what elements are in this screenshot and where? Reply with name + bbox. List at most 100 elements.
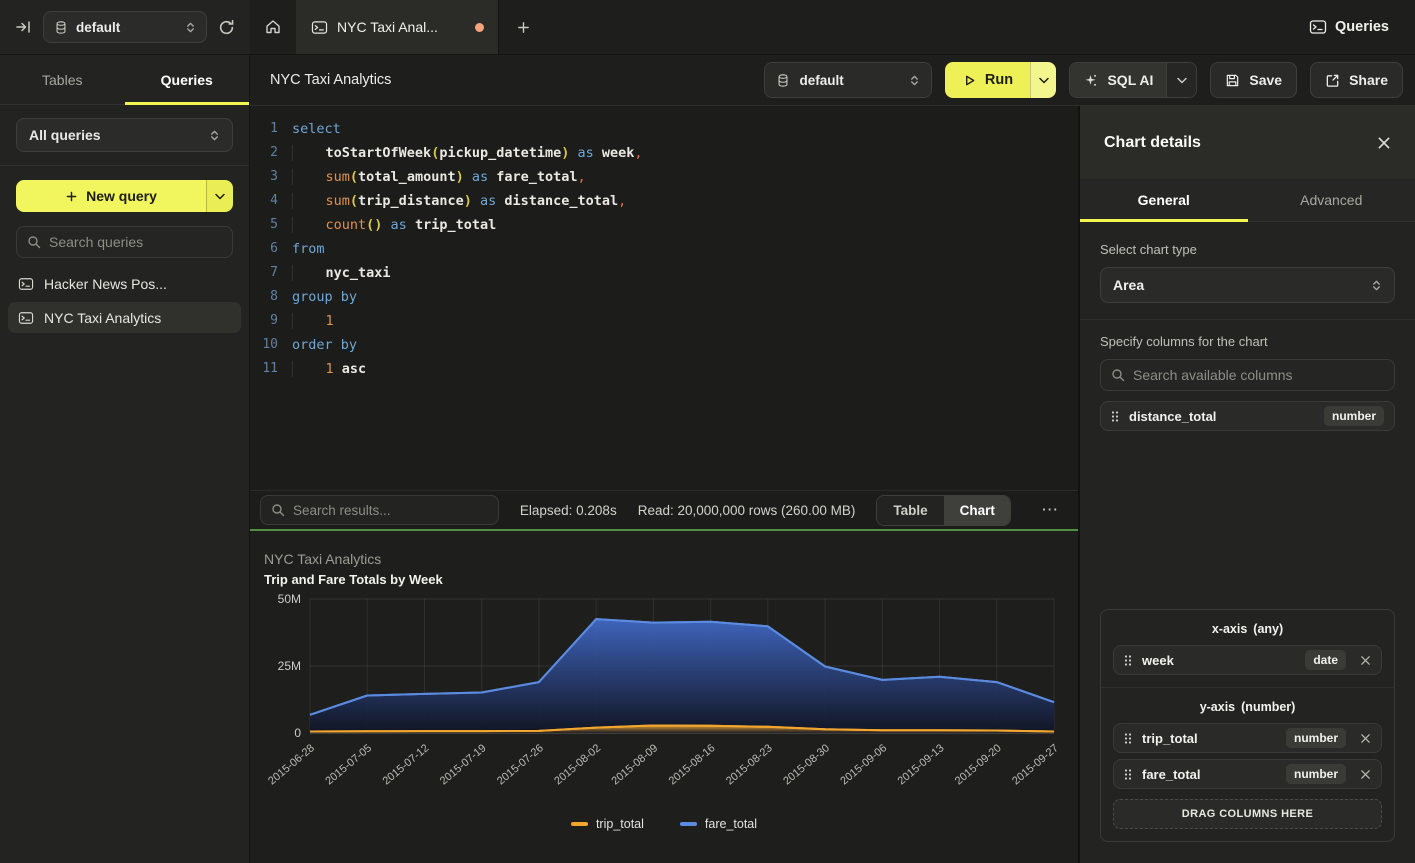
run-database-selector[interactable]: default xyxy=(764,62,932,98)
plus-icon xyxy=(516,20,531,35)
code-line: 11 1 asc xyxy=(250,357,1078,381)
chevron-updown-icon xyxy=(209,129,220,142)
code-line: 6from xyxy=(250,237,1078,261)
legend-item[interactable]: trip_total xyxy=(571,817,644,831)
columns-label: Specify columns for the chart xyxy=(1100,334,1395,349)
play-icon xyxy=(963,74,976,87)
drag-handle-icon[interactable] xyxy=(1124,654,1132,667)
drag-handle-icon[interactable] xyxy=(1124,732,1132,745)
elapsed-stat: Elapsed: 0.208s xyxy=(520,503,617,518)
columns-search-input[interactable] xyxy=(1133,367,1384,383)
remove-column-icon[interactable] xyxy=(1360,655,1371,666)
queries-button[interactable]: Queries xyxy=(1309,0,1389,54)
sql-ai-button[interactable]: SQL AI xyxy=(1070,63,1166,97)
sql-editor[interactable]: 1select2 toStartOfWeek(pickup_datetime) … xyxy=(250,106,1078,490)
column-item[interactable]: fare_totalnumber xyxy=(1113,759,1382,789)
svg-text:2015-09-13: 2015-09-13 xyxy=(896,742,947,787)
drag-handle-icon[interactable] xyxy=(1124,768,1132,781)
database-selector-value: default xyxy=(76,20,120,35)
code-text: nyc_taxi xyxy=(278,261,391,285)
line-number: 2 xyxy=(250,141,278,165)
panel-tab-advanced[interactable]: Advanced xyxy=(1248,179,1415,221)
code-text: count() as trip_total xyxy=(278,213,496,237)
column-item[interactable]: weekdate xyxy=(1113,645,1382,675)
line-number: 5 xyxy=(250,213,278,237)
run-options-button[interactable] xyxy=(1030,62,1056,98)
code-line: 10order by xyxy=(250,333,1078,357)
chart-legend: trip_total fare_total xyxy=(250,817,1078,831)
share-button[interactable]: Share xyxy=(1310,62,1403,98)
refresh-icon[interactable] xyxy=(218,19,235,36)
sidebar-tab-queries[interactable]: Queries xyxy=(125,55,250,104)
query-filter-value: All queries xyxy=(29,127,101,143)
share-button-label: Share xyxy=(1349,72,1388,88)
legend-label: trip_total xyxy=(596,817,644,831)
sql-ai-button-group: SQL AI xyxy=(1069,62,1197,98)
close-icon[interactable] xyxy=(1377,136,1391,150)
panel-tab-advanced-label: Advanced xyxy=(1300,192,1362,208)
drag-handle-icon[interactable] xyxy=(1111,410,1119,423)
more-options-icon[interactable]: ⋯ xyxy=(1032,500,1068,520)
panel-title: Chart details xyxy=(1104,134,1201,152)
column-item[interactable]: trip_total number xyxy=(1113,723,1382,753)
query-list-item[interactable]: Hacker News Pos... xyxy=(8,268,241,299)
tab-nyc-taxi-analytics[interactable]: NYC Taxi Anal... xyxy=(297,0,499,54)
share-icon xyxy=(1325,73,1340,88)
columns-search xyxy=(1100,359,1395,391)
query-filter-select[interactable]: All queries xyxy=(16,118,233,152)
terminal-icon xyxy=(18,311,34,325)
chart-type-select[interactable]: Area xyxy=(1100,267,1395,303)
view-toggle: Table Chart xyxy=(876,495,1011,526)
column-name: fare_total xyxy=(1142,767,1201,782)
new-tab-button[interactable] xyxy=(499,0,547,54)
remove-column-icon[interactable] xyxy=(1360,733,1371,744)
query-search xyxy=(16,226,233,258)
code-text: order by xyxy=(278,333,357,357)
code-text: sum(trip_distance) as distance_total, xyxy=(278,189,626,213)
query-search-input[interactable] xyxy=(49,234,222,250)
collapse-sidebar-icon[interactable] xyxy=(15,19,32,35)
area-chart: 025M50M2015-06-282015-07-052015-07-12201… xyxy=(254,591,1074,831)
legend-item[interactable]: fare_total xyxy=(680,817,757,831)
axis-config: x-axis (any) weekdate y-axis (number) tr… xyxy=(1100,609,1395,842)
sidebar-tab-tables[interactable]: Tables xyxy=(0,55,125,104)
svg-text:2015-08-09: 2015-08-09 xyxy=(609,742,660,787)
run-button[interactable]: Run xyxy=(945,62,1030,98)
column-type-badge: number xyxy=(1286,728,1346,748)
database-selector[interactable]: default xyxy=(43,11,207,43)
run-button-label: Run xyxy=(985,72,1013,88)
remove-column-icon[interactable] xyxy=(1360,769,1371,780)
chart-type-label: Select chart type xyxy=(1100,242,1395,257)
sidebar-tab-tables-label: Tables xyxy=(42,72,82,88)
new-query-button[interactable]: New query xyxy=(16,180,206,212)
line-number: 11 xyxy=(250,357,278,381)
results-search-input[interactable] xyxy=(293,503,488,518)
view-toggle-table[interactable]: Table xyxy=(877,496,943,525)
line-number: 6 xyxy=(250,237,278,261)
chevron-down-icon xyxy=(215,193,225,200)
x-axis-header: x-axis (any) xyxy=(1113,622,1382,636)
home-tab[interactable] xyxy=(250,0,297,54)
column-name: trip_total xyxy=(1142,731,1198,746)
view-toggle-chart[interactable]: Chart xyxy=(944,496,1011,525)
code-text: toStartOfWeek(pickup_datetime) as week, xyxy=(278,141,643,165)
drop-zone[interactable]: DRAG COLUMNS HERE xyxy=(1113,799,1382,829)
code-text: group by xyxy=(278,285,357,309)
panel-tab-general[interactable]: General xyxy=(1080,179,1248,221)
code-line: 3 sum(total_amount) as fare_total, xyxy=(250,165,1078,189)
workarea: 1select2 toStartOfWeek(pickup_datetime) … xyxy=(250,106,1078,863)
terminal-icon xyxy=(311,20,328,35)
save-button[interactable]: Save xyxy=(1210,62,1297,98)
chart-type-value: Area xyxy=(1113,277,1144,293)
terminal-icon xyxy=(18,277,34,291)
svg-text:0: 0 xyxy=(294,726,301,740)
sql-ai-options-button[interactable] xyxy=(1166,63,1196,97)
column-item[interactable]: distance_totalnumber xyxy=(1100,401,1395,431)
code-line: 5 count() as trip_total xyxy=(250,213,1078,237)
code-line: 9 1 xyxy=(250,309,1078,333)
svg-text:2015-06-28: 2015-06-28 xyxy=(266,742,317,787)
svg-text:2015-08-02: 2015-08-02 xyxy=(552,742,603,787)
query-list-item[interactable]: NYC Taxi Analytics xyxy=(8,302,241,333)
y-axis-header: y-axis (number) xyxy=(1113,700,1382,714)
new-query-dropdown-button[interactable] xyxy=(206,180,233,212)
